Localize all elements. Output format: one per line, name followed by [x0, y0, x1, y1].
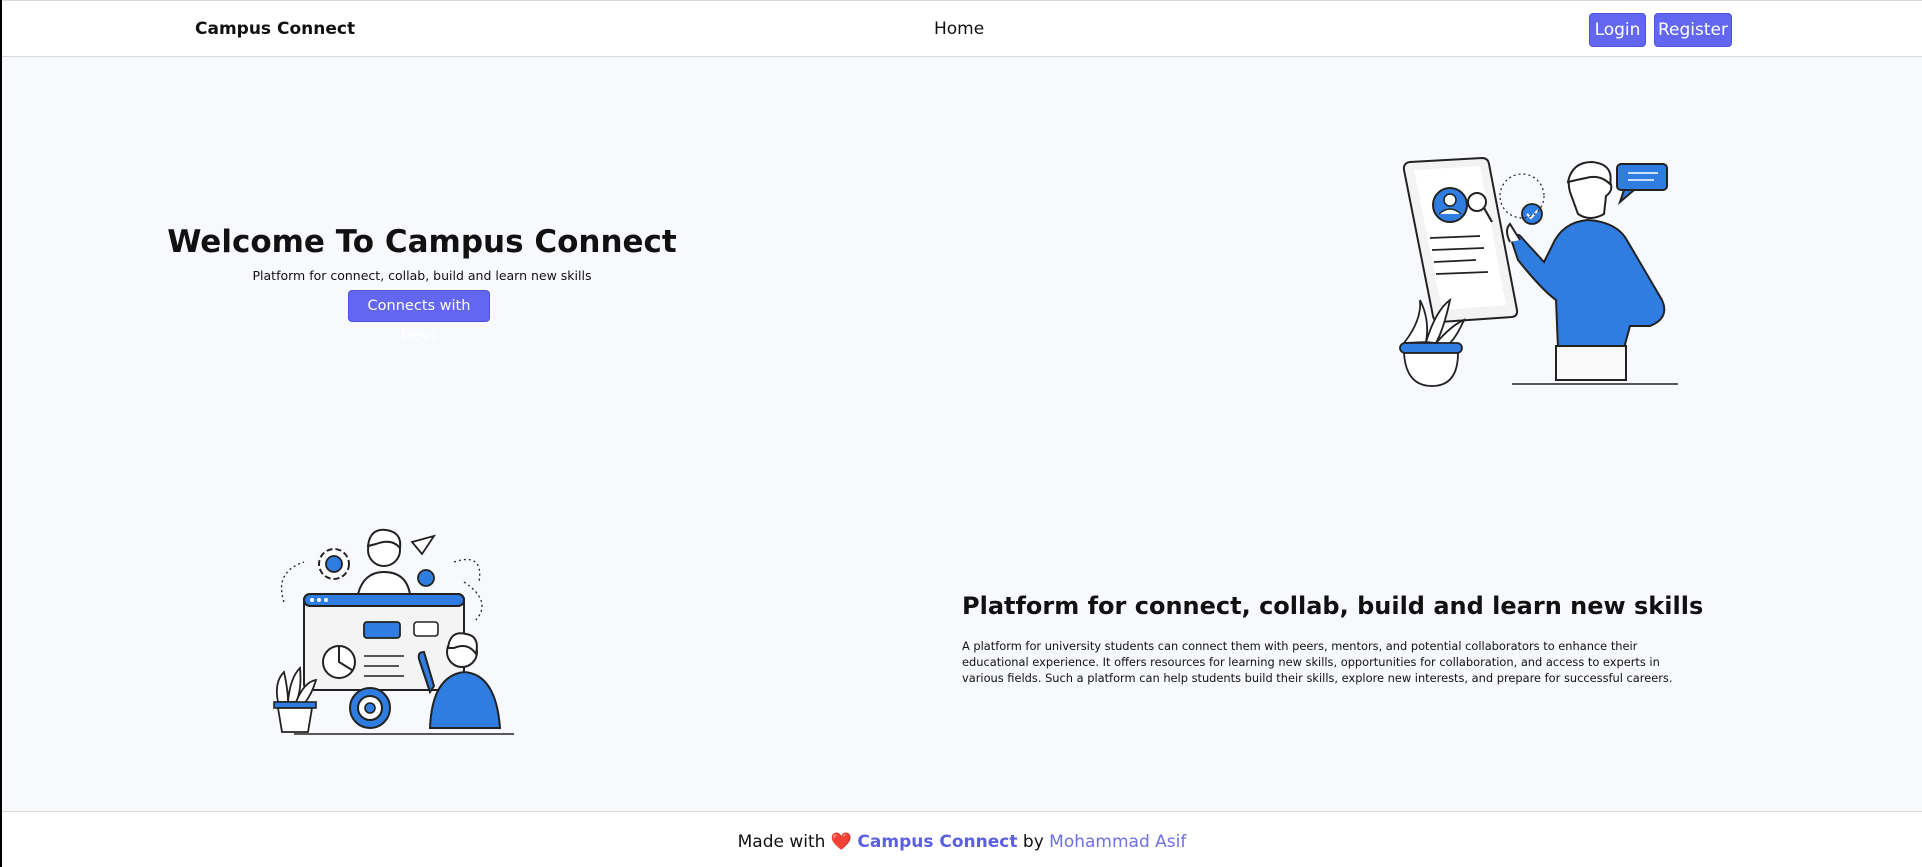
login-button[interactable]: Login	[1589, 13, 1646, 47]
navbar: Campus Connect Home Login Register	[2, 0, 1922, 57]
collaboration-illustration	[273, 528, 514, 735]
about-title: Platform for connect, collab, build and …	[962, 592, 1704, 620]
connect-devs-button[interactable]: Connects with Devs	[348, 290, 490, 344]
chat-bubble-icon	[1616, 163, 1668, 206]
footer-author-link[interactable]: Mohammad Asif	[1049, 832, 1186, 852]
footer-brand-link[interactable]: Campus Connect	[857, 832, 1017, 852]
footer: Made with ❤️ Campus Connect by Mohammad …	[2, 811, 1922, 867]
browser-window	[303, 593, 465, 691]
nav-home-link[interactable]: Home	[934, 19, 984, 39]
woman-figure	[356, 528, 412, 595]
person-figure	[1506, 160, 1678, 385]
about-description: A platform for university students can c…	[962, 639, 1673, 685]
footer-made-with: Made with	[737, 832, 826, 852]
brand-logo[interactable]: Campus Connect	[195, 19, 355, 39]
hero-title: Welcome To Campus Connect	[167, 224, 677, 260]
gear-icon	[318, 548, 350, 580]
resume-card	[1402, 156, 1519, 324]
target-icon	[349, 687, 391, 729]
hero-subtitle: Platform for connect, collab, build and …	[252, 268, 592, 283]
resume-illustration	[1399, 156, 1678, 387]
footer-by: by	[1022, 832, 1044, 852]
paper-plane-icon	[410, 534, 437, 556]
register-button[interactable]: Register	[1654, 13, 1732, 47]
heart-icon: ❤️	[830, 832, 853, 852]
